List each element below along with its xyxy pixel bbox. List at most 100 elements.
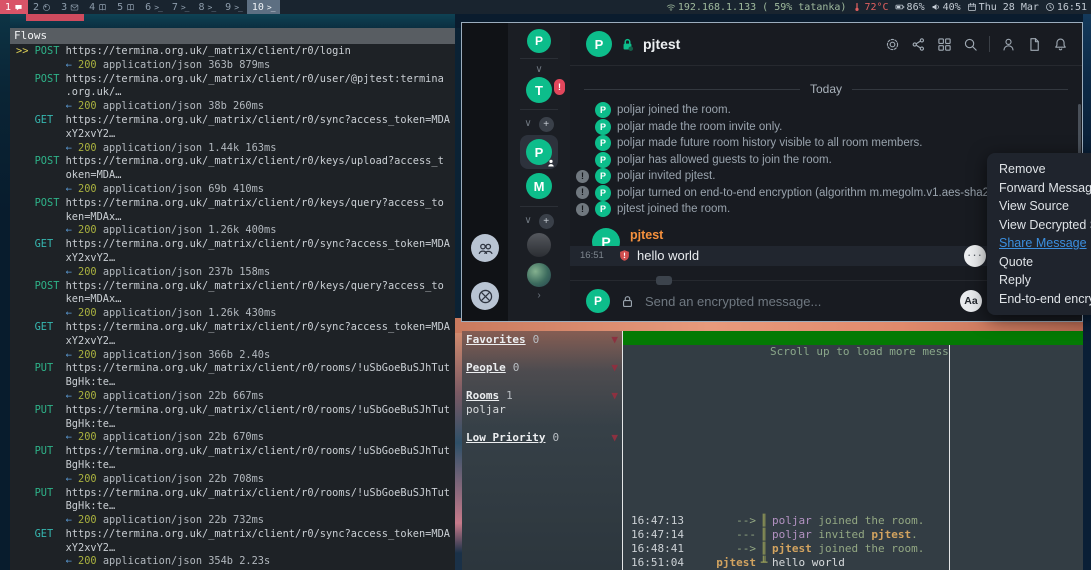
menu-item[interactable]: Quote — [999, 253, 1091, 272]
event-avatar: P — [595, 185, 611, 201]
room-section-header[interactable]: People0▼ — [466, 361, 618, 375]
composer-handle — [656, 276, 672, 285]
response-summary: application/json 237b 158ms — [97, 266, 271, 278]
user-avatar[interactable]: P — [527, 29, 551, 53]
chat-icon — [14, 3, 23, 12]
chevron-down-icon[interactable]: ∨ — [524, 119, 531, 129]
workspace-1[interactable]: 1 — [0, 0, 28, 14]
room-avatar-m[interactable]: M — [526, 173, 552, 199]
response-status: 200 — [78, 266, 97, 278]
encrypted-lock-icon — [620, 37, 635, 52]
room-item[interactable]: poljar — [466, 403, 618, 417]
flow-row[interactable]: GET https://termina.org.uk/_matrix/clien… — [16, 321, 455, 362]
sidebar-divider — [520, 206, 558, 207]
menu-item[interactable]: End-to-end encry — [999, 290, 1091, 309]
collapse-triangle-icon[interactable]: ▼ — [611, 361, 618, 375]
workspace-9[interactable]: 9>_ — [220, 0, 247, 14]
workspace-5[interactable]: 5 — [112, 0, 140, 14]
room-section-header[interactable]: Rooms1▼ — [466, 389, 618, 403]
room-section-header[interactable]: Favorites0▼ — [466, 333, 618, 347]
flow-row[interactable]: POST https://termina.org.uk/_matrix/clie… — [16, 155, 455, 196]
chevron-down-icon[interactable]: ∨ — [535, 65, 542, 75]
section-label: Low Priority — [466, 431, 545, 445]
sidebar-divider — [520, 58, 558, 59]
workspace-7[interactable]: 7>_ — [167, 0, 194, 14]
selection-marker: >> — [16, 45, 35, 57]
selection-marker — [16, 404, 35, 416]
room-avatar-selected[interactable]: P — [520, 135, 558, 169]
flow-row[interactable]: POST https://termina.org.uk/_matrix/clie… — [16, 280, 455, 321]
explore-button[interactable] — [471, 282, 499, 310]
community-avatar-tower[interactable] — [527, 233, 551, 257]
wallpaper-red-accent — [26, 14, 84, 21]
collapse-triangle-icon[interactable]: ▼ — [611, 431, 618, 445]
settings-button[interactable] — [885, 37, 900, 52]
clock-icon — [1045, 2, 1055, 12]
request-url-wrap: ken=MDAx… — [66, 211, 122, 223]
workspace-2[interactable]: 2 — [28, 0, 56, 14]
workspace-number: 2 — [33, 2, 39, 13]
selection-marker — [16, 321, 35, 333]
flow-row[interactable]: PUT https://termina.org.uk/_matrix/clien… — [16, 362, 455, 403]
chevron-down-icon[interactable]: ∨ — [524, 216, 531, 226]
search-icon — [963, 37, 978, 52]
flow-row[interactable]: POST https://termina.org.uk/_matrix/clie… — [16, 197, 455, 238]
flow-row[interactable]: PUT https://termina.org.uk/_matrix/clien… — [16, 487, 455, 528]
community-avatar-earth[interactable] — [527, 263, 551, 287]
collapse-triangle-icon[interactable]: ▼ — [611, 389, 618, 403]
gomuks-chat: Scroll up to load more mess 16:47:13-->║… — [623, 331, 1083, 570]
response-status: 200 — [78, 59, 97, 71]
line-text: pjtest joined the room. — [772, 542, 924, 556]
notifications-button[interactable] — [1053, 37, 1068, 52]
flow-row[interactable]: PUT https://termina.org.uk/_matrix/clien… — [16, 404, 455, 445]
flow-row[interactable]: GET https://termina.org.uk/_matrix/clien… — [16, 528, 455, 569]
people-button[interactable] — [471, 234, 499, 262]
line-divider: ║ — [756, 528, 772, 542]
collapse-triangle-icon[interactable]: ▼ — [611, 333, 618, 347]
workspace-6[interactable]: 6>_ — [140, 0, 167, 14]
apps-button[interactable] — [937, 37, 952, 52]
header-icon-row — [885, 36, 1068, 52]
menu-item[interactable]: Forward Message — [999, 179, 1091, 198]
format-button[interactable]: Aa — [960, 290, 982, 312]
room-section-header[interactable]: Low Priority0▼ — [466, 431, 618, 445]
composer-input[interactable]: Send an encrypted message... — [645, 294, 950, 309]
invite-room[interactable]: T ! — [526, 77, 552, 103]
event-text: poljar made the room invite only. — [617, 121, 782, 133]
flow-row[interactable]: PUT https://termina.org.uk/_matrix/clien… — [16, 445, 455, 486]
flow-row[interactable]: POST https://termina.org.uk/_matrix/clie… — [16, 73, 455, 114]
menu-item[interactable]: View Decrypted S — [999, 216, 1091, 235]
response-status: 200 — [78, 514, 97, 526]
compass-icon — [477, 288, 494, 305]
volume-status: 40% — [931, 2, 961, 13]
search-button[interactable] — [963, 37, 978, 52]
date-divider: Today — [584, 82, 1068, 96]
workspace-4[interactable]: 4 — [84, 0, 112, 14]
workspace-8[interactable]: 8>_ — [194, 0, 221, 14]
request-url-wrap: xY2xvY2… — [66, 335, 116, 347]
flow-row[interactable]: GET https://termina.org.uk/_matrix/clien… — [16, 114, 455, 155]
chevron-right-icon[interactable]: › — [537, 291, 540, 301]
files-button[interactable] — [1027, 37, 1042, 52]
request-url-wrap: BgHk:te… — [66, 418, 116, 430]
network-label: 192.168.1.133 ( 59% tatanka) — [678, 2, 847, 13]
more-options-button[interactable] — [964, 245, 986, 267]
flow-row[interactable]: GET https://termina.org.uk/_matrix/clien… — [16, 238, 455, 279]
menu-item[interactable]: View Source — [999, 197, 1091, 216]
workspace-3[interactable]: 3 — [56, 0, 84, 14]
workspace-10[interactable]: 10>_ — [247, 0, 280, 14]
thermometer-icon — [852, 2, 862, 12]
request-url: https://termina.org.uk/_matrix/client/r0… — [66, 528, 450, 540]
room-header-avatar[interactable]: P — [586, 31, 612, 57]
add-room-button[interactable]: + — [539, 117, 554, 132]
flow-row[interactable]: >> POST https://termina.org.uk/_matrix/c… — [16, 45, 455, 73]
volume-label: 40% — [943, 2, 961, 13]
member-button[interactable] — [1001, 37, 1016, 52]
workspace-number: 10 — [252, 2, 264, 13]
add-community-button[interactable]: + — [539, 214, 554, 229]
menu-item[interactable]: Share Message — [999, 234, 1091, 253]
line-text: poljar invited pjtest. — [772, 528, 918, 542]
share-button[interactable] — [911, 37, 926, 52]
menu-item[interactable]: Remove — [999, 160, 1091, 179]
menu-item[interactable]: Reply — [999, 271, 1091, 290]
